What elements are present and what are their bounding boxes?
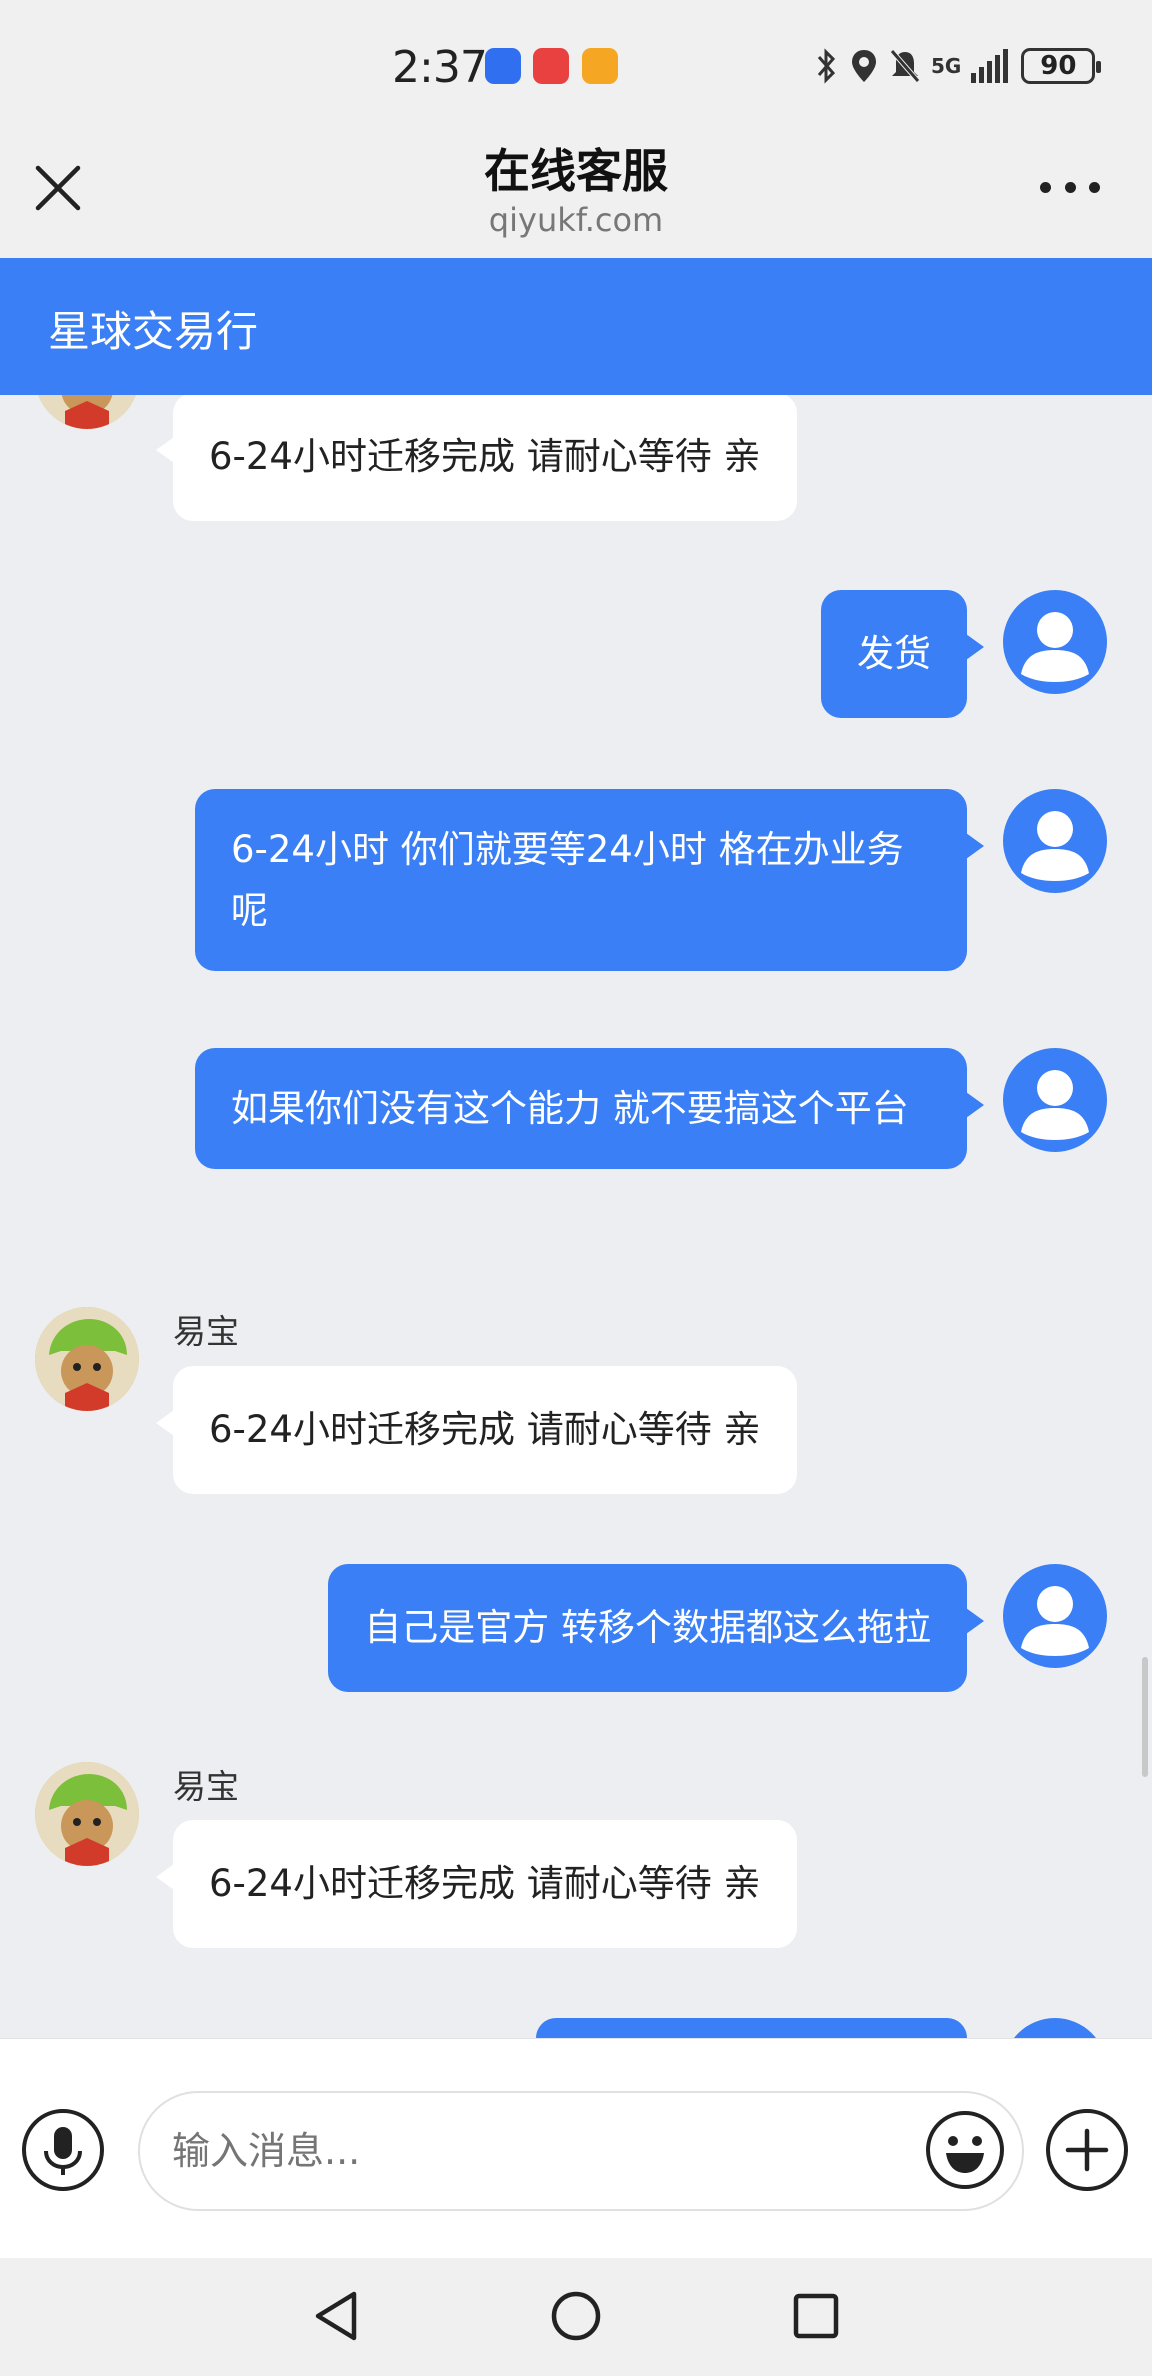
mute-bell-icon bbox=[890, 49, 920, 83]
message-bubble-outgoing: 如果你们没有这个能力 就不要搞这个平台 bbox=[195, 1048, 984, 1169]
battery-icon: 90 bbox=[1021, 48, 1102, 84]
input-bar bbox=[0, 2038, 1152, 2258]
dot-icon bbox=[1064, 181, 1076, 193]
message-input[interactable] bbox=[138, 2091, 1024, 2211]
message-bubble-incoming: 6-24小时迁移完成 请耐心等待 亲 bbox=[156, 1820, 797, 1948]
recent-apps-icon[interactable] bbox=[786, 2286, 846, 2346]
back-icon[interactable] bbox=[306, 2286, 366, 2346]
user-avatar bbox=[1003, 2018, 1107, 2038]
message-bubble-incoming: 6-24小时迁移完成 请耐心等待 亲 bbox=[156, 1366, 797, 1494]
store-bar: 星球交易行 bbox=[0, 258, 1152, 395]
message-bubble-outgoing bbox=[536, 2018, 967, 2038]
user-avatar bbox=[1003, 1564, 1107, 1668]
nav-header: 在线客服 qiyukf.com bbox=[0, 135, 1152, 258]
dot-icon bbox=[1089, 181, 1100, 193]
more-options-button[interactable] bbox=[1040, 175, 1100, 199]
app-icon-blue bbox=[485, 48, 521, 84]
huawei-store-icon bbox=[533, 48, 569, 84]
user-avatar bbox=[1003, 1048, 1107, 1152]
emoji-icon[interactable] bbox=[924, 2109, 1006, 2191]
sender-name: 易宝 bbox=[173, 1767, 239, 1806]
app-icon-orange bbox=[582, 48, 618, 84]
message-bubble-outgoing: 6-24小时 你们就要等24小时 格在办业务呢 bbox=[195, 789, 984, 971]
dot-icon bbox=[1040, 181, 1051, 193]
status-indicators: 5G 90 bbox=[815, 44, 1102, 88]
agent-avatar bbox=[35, 1307, 139, 1411]
message-bubble-outgoing: 自己是官方 转移个数据都这么拖拉 bbox=[328, 1564, 984, 1692]
bluetooth-icon bbox=[817, 48, 836, 84]
voice-input-button[interactable] bbox=[22, 2109, 104, 2191]
scrollbar[interactable] bbox=[1142, 1657, 1148, 1777]
agent-avatar bbox=[35, 395, 139, 429]
location-icon bbox=[852, 50, 876, 82]
home-icon[interactable] bbox=[546, 2286, 606, 2346]
page-domain: qiyukf.com bbox=[488, 201, 664, 239]
status-time: 2:37 bbox=[392, 42, 488, 93]
sender-name: 易宝 bbox=[173, 1312, 239, 1351]
message-bubble-outgoing: 发货 bbox=[821, 590, 984, 718]
status-bar: 2:37 5G 90 bbox=[0, 0, 1152, 135]
user-avatar bbox=[1003, 789, 1107, 893]
signal-icon bbox=[971, 49, 1009, 83]
user-avatar bbox=[1003, 590, 1107, 694]
agent-avatar bbox=[35, 1762, 139, 1866]
chat-area[interactable]: 6-24小时迁移完成 请耐心等待 亲 发货 6-24小时 你们就要等24小时 格… bbox=[0, 395, 1152, 2038]
message-bubble-incoming: 6-24小时迁移完成 请耐心等待 亲 bbox=[156, 395, 797, 521]
microphone-icon bbox=[44, 2127, 82, 2175]
plus-icon bbox=[1065, 2128, 1109, 2172]
system-navigation-bar bbox=[0, 2258, 1152, 2376]
page-title: 在线客服 bbox=[484, 144, 668, 198]
network-type: 5G bbox=[931, 54, 962, 78]
store-name: 星球交易行 bbox=[48, 307, 259, 356]
add-attachment-button[interactable] bbox=[1046, 2109, 1128, 2191]
